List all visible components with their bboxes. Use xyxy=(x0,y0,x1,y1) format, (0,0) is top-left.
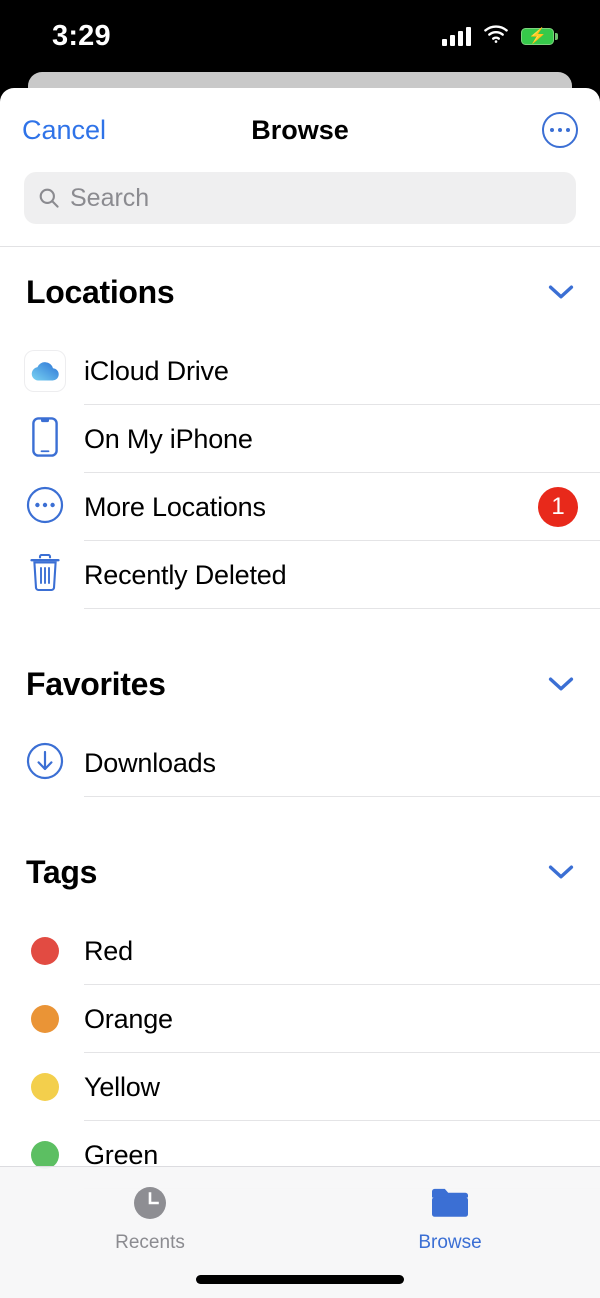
chevron-down-icon[interactable] xyxy=(546,669,576,699)
list-item-label: Orange xyxy=(84,1003,173,1034)
download-circle-icon-wrap xyxy=(24,742,66,784)
list-item[interactable]: iCloud Drive xyxy=(0,337,600,405)
download-circle-icon xyxy=(26,742,64,785)
list-item-label: iCloud Drive xyxy=(84,355,229,386)
tag-dot-icon-wrap xyxy=(24,998,66,1040)
section-header-locations: Locations xyxy=(0,247,600,337)
section-spacer xyxy=(0,609,600,639)
tab-browse-label: Browse xyxy=(418,1232,482,1253)
home-indicator xyxy=(196,1275,404,1284)
wifi-icon xyxy=(484,24,508,48)
trash-icon-wrap xyxy=(24,553,66,597)
icloud-icon-wrap xyxy=(24,350,66,392)
search-icon xyxy=(38,187,60,209)
list-item[interactable]: Yellow xyxy=(0,1053,600,1121)
list-item[interactable]: More Locations 1 xyxy=(0,473,600,541)
chevron-down-icon[interactable] xyxy=(546,857,576,887)
iphone-icon xyxy=(32,416,58,462)
clock-icon xyxy=(128,1181,172,1225)
list-item-label: Recently Deleted xyxy=(84,559,287,590)
tag-dot-icon xyxy=(31,937,59,965)
list-item-label: Yellow xyxy=(84,1071,160,1102)
list-item[interactable]: Downloads xyxy=(0,729,600,797)
battery-charging-icon: ⚡ xyxy=(521,27,558,45)
section-title: Tags xyxy=(26,853,98,890)
status-badge: 1 xyxy=(538,487,578,527)
list-item-label: Downloads xyxy=(84,747,216,778)
tag-dot-icon xyxy=(31,1005,59,1033)
more-circle-icon xyxy=(26,486,64,529)
search-container: Search xyxy=(0,172,600,246)
status-bar-time: 3:29 xyxy=(52,19,111,52)
tab-bar: Recents Browse xyxy=(0,1166,600,1298)
list-item[interactable]: Red xyxy=(0,917,600,985)
list-item-label: Red xyxy=(84,935,133,966)
tab-browse[interactable]: Browse xyxy=(300,1181,600,1254)
icloud-icon xyxy=(25,351,65,391)
status-bar: 3:29 ⚡ xyxy=(0,0,600,72)
more-options-button[interactable] xyxy=(542,112,578,148)
list-item[interactable]: On My iPhone xyxy=(0,405,600,473)
more-circle-icon-dot xyxy=(565,127,571,133)
tag-dot-icon-wrap xyxy=(24,930,66,972)
navigation-bar: Cancel Browse xyxy=(0,88,600,172)
tab-recents[interactable]: Recents xyxy=(0,1181,300,1254)
row-separator xyxy=(84,796,600,797)
list-item-label: More Locations xyxy=(84,491,266,522)
iphone-icon-wrap xyxy=(24,416,66,462)
tag-dot-icon-wrap xyxy=(24,1066,66,1108)
more-circle-icon-dot xyxy=(557,127,563,133)
tag-dot-icon xyxy=(31,1141,59,1169)
search-input[interactable]: Search xyxy=(24,172,576,224)
folder-icon xyxy=(428,1181,472,1225)
chevron-down-icon[interactable] xyxy=(546,277,576,307)
tab-recents-label: Recents xyxy=(115,1232,185,1253)
trash-icon xyxy=(29,553,61,597)
more-circle-icon-wrap xyxy=(24,486,66,528)
tag-dot-icon xyxy=(31,1073,59,1101)
list-item[interactable]: Recently Deleted xyxy=(0,541,600,609)
section-header-favorites: Favorites xyxy=(0,639,600,729)
browse-sections: Locations iCloud Drive On My iPhone More Lo… xyxy=(0,247,600,1189)
list-item[interactable]: Orange xyxy=(0,985,600,1053)
list-item-label: On My iPhone xyxy=(84,423,253,454)
row-separator xyxy=(84,608,600,609)
signal-bars-icon xyxy=(442,26,471,46)
browse-sheet: Cancel Browse Search Locations iCloud Dri… xyxy=(0,88,600,1298)
more-circle-icon-dot xyxy=(549,127,555,133)
section-title: Favorites xyxy=(26,665,166,702)
search-placeholder: Search xyxy=(70,183,150,212)
section-spacer xyxy=(0,797,600,827)
cancel-button[interactable]: Cancel xyxy=(22,115,106,146)
status-bar-indicators: ⚡ xyxy=(442,24,558,48)
section-title: Locations xyxy=(26,273,175,310)
section-header-tags: Tags xyxy=(0,827,600,917)
